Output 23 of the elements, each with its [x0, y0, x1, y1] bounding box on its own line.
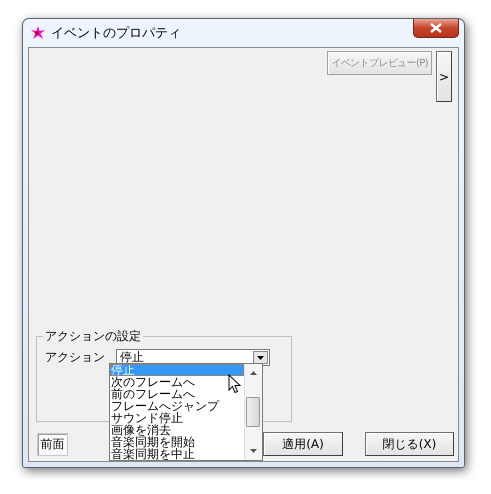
scroll-thumb[interactable]: [246, 397, 260, 427]
close-icon: [430, 23, 442, 33]
cursor-icon: [228, 374, 242, 394]
list-item[interactable]: 音楽同期を開始: [110, 436, 244, 448]
close-dialog-button[interactable]: 閉じる(X): [365, 432, 454, 456]
list-item[interactable]: サウンド停止: [110, 412, 244, 424]
expand-button[interactable]: >: [436, 51, 452, 102]
action-label: アクション: [45, 349, 105, 366]
apply-button[interactable]: 適用(A): [263, 432, 343, 456]
list-item[interactable]: 前のフレームへ: [110, 388, 244, 400]
window-title: イベントのプロパティ: [51, 25, 181, 42]
scrollbar[interactable]: [244, 364, 262, 460]
scroll-up-icon: [250, 371, 257, 375]
list-item[interactable]: フレームへジャンプ: [110, 400, 244, 412]
list-item[interactable]: 音楽同期を中止: [110, 448, 244, 460]
scroll-down-icon: [250, 449, 257, 453]
caret-icon: [257, 356, 264, 360]
toggle-button[interactable]: 前面: [37, 432, 68, 456]
list-item[interactable]: 次のフレームへ: [110, 376, 244, 388]
list-item[interactable]: 画像を消去: [110, 424, 244, 436]
star-icon: [31, 26, 45, 40]
close-button[interactable]: [413, 19, 459, 38]
group-title: アクションの設定: [44, 328, 142, 345]
